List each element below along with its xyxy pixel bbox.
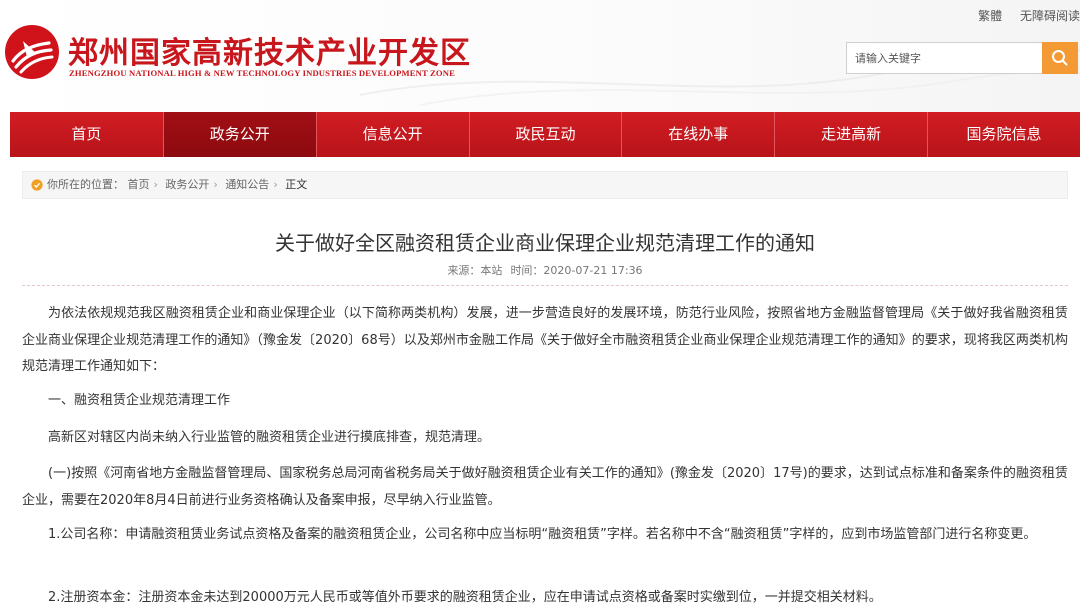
- top-links: 繁體 无障碍阅读: [964, 7, 1080, 24]
- article-paragraph: 高新区对辖区内尚未纳入行业监管的融资租赁企业进行摸底排查，规范清理。: [48, 430, 491, 445]
- article-meta: 来源：本站 时间：2020-07-21 17:36: [10, 262, 1080, 278]
- breadcrumb-prefix: 你所在的位置：: [47, 178, 124, 191]
- nav-item-public-interaction[interactable]: 政民互动: [468, 112, 622, 157]
- traditional-chinese-link[interactable]: 繁體: [978, 9, 1002, 23]
- breadcrumb-current: 正文: [285, 178, 308, 191]
- search-icon: [1052, 50, 1068, 66]
- main-content: 你所在的位置： 首页 › 政务公开 › 通知公告 › 正文 关于做好全区融资租赁企业商…: [10, 157, 1080, 610]
- nav-item-about-zone[interactable]: 走进高新: [774, 112, 927, 157]
- zone-logo-emblem: [5, 25, 59, 79]
- chevron-right-icon: ›: [153, 178, 158, 191]
- site-header: 郑州国家高新技术产业开发区 ZHENGZHOU NATIONAL HIGH & …: [0, 0, 1080, 112]
- main-nav: 首页 政务公开 信息公开 政民互动 在线办事 走进高新 国务院信息: [10, 112, 1080, 157]
- chevron-right-icon: ›: [213, 178, 218, 191]
- article-paragraph: 为依法依规规范我区融资租赁企业和商业保理企业（以下简称两类机构）发展，进一步营造…: [22, 306, 1068, 374]
- section-heading: 一、融资租赁企业规范清理工作: [48, 393, 231, 408]
- nav-item-state-council-info[interactable]: 国务院信息: [927, 112, 1080, 157]
- search-button[interactable]: [1042, 42, 1078, 74]
- nav-item-information-disclosure[interactable]: 信息公开: [315, 112, 469, 157]
- article-paragraph: (一)按照《河南省地方金融监督管理局、国家税务总局河南省税务局关于做好融资租赁企…: [22, 466, 1068, 508]
- breadcrumb: 你所在的位置： 首页 › 政务公开 › 通知公告 › 正文: [22, 171, 1068, 199]
- nav-item-home[interactable]: 首页: [10, 112, 163, 157]
- chevron-right-icon: ›: [273, 178, 278, 191]
- location-icon: [31, 179, 43, 191]
- breadcrumb-government-affairs[interactable]: 政务公开: [165, 178, 209, 191]
- breadcrumb-notices[interactable]: 通知公告: [225, 178, 269, 191]
- article-time: 时间：2020-07-21 17:36: [510, 264, 643, 277]
- article-paragraph: 1.公司名称：申请融资租赁业务试点资格及备案的融资租赁企业，公司名称中应当标明“…: [48, 527, 1037, 542]
- breadcrumb-home[interactable]: 首页: [128, 178, 150, 191]
- nav-item-online-services[interactable]: 在线办事: [621, 112, 774, 157]
- site-name-english: ZHENGZHOU NATIONAL HIGH & NEW TECHNOLOGY…: [69, 68, 456, 78]
- site-name-chinese[interactable]: 郑州国家高新技术产业开发区: [68, 28, 471, 72]
- article-paragraph: 2.注册资本金：注册资本金未达到20000万元人民币或等值外币要求的融资租赁企业…: [48, 590, 882, 605]
- title-divider: [22, 285, 1068, 286]
- accessibility-link[interactable]: 无障碍阅读: [1020, 9, 1080, 23]
- nav-item-government-affairs[interactable]: 政务公开: [162, 112, 316, 157]
- article-source: 来源：本站: [447, 264, 503, 277]
- search-input[interactable]: [846, 42, 1042, 74]
- article-title: 关于做好全区融资租赁企业商业保理企业规范清理工作的通知: [275, 231, 815, 255]
